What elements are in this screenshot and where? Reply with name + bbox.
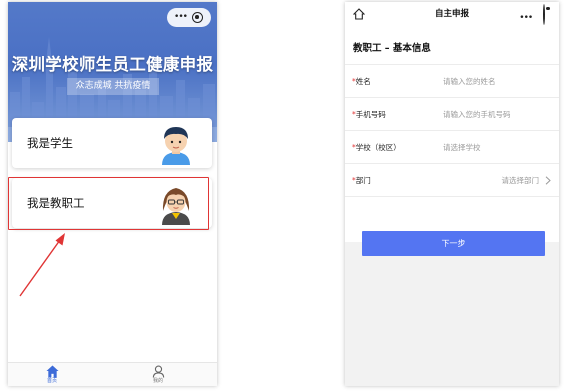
tab-mine-label: 我的 [152,378,163,384]
bottom-tab-bar: 首页 我的 [8,362,217,386]
chevron-right-icon [545,176,551,185]
user-profile-icon [152,365,164,378]
basic-info-form: 教职工 – 基本信息 *姓名 请输入您的姓名 *手机号码 请输入您的手机号码 *… [345,26,559,256]
role-select-screen: ••• 深圳学校师生员工健康申报 众志成城 共抗疫情 我是学生 我是教职工 首页… [8,2,217,386]
mini-program-capsule: ••• [510,3,554,25]
section-title: 教职工 – 基本信息 [353,43,431,54]
phone-input[interactable]: 请输入您的手机号码 [443,98,511,131]
student-option-card[interactable]: 我是学生 [12,118,212,168]
name-field-label: *姓名 [352,77,371,86]
more-dots-icon[interactable]: ••• [174,11,188,25]
name-field[interactable]: *姓名 请输入您的姓名 [345,64,559,97]
next-step-button[interactable]: 下一步 [362,231,545,256]
phone-field-label: *手机号码 [352,110,386,119]
mini-program-capsule: ••• [167,8,211,27]
navigation-bar: 自主申报 ••• [345,2,559,26]
form-divider [345,196,559,197]
name-input[interactable]: 请输入您的姓名 [443,65,496,98]
department-select[interactable]: 请选择部门 [502,164,540,197]
student-boy-icon [162,127,190,165]
more-dots-icon[interactable]: ••• [519,5,533,24]
page-title: 深圳学校师生员工健康申报 [11,55,214,74]
close-target-icon[interactable] [191,11,205,25]
school-field[interactable]: *学校（校区） 请选择学校 [345,130,559,163]
department-field[interactable]: *部门 请选择部门 [345,163,559,196]
pointer-arrow-icon [19,233,65,297]
phone-field[interactable]: *手机号码 请输入您的手机号码 [345,97,559,130]
school-field-label: *学校（校区） [352,143,401,152]
staff-info-screen: 自主申报 ••• 教职工 – 基本信息 *姓名 请输入您的姓名 *手机号码 请输… [345,2,559,386]
tab-mine[interactable]: 我的 [138,365,178,386]
screenshot-canvas: ••• 深圳学校师生员工健康申报 众志成城 共抗疫情 我是学生 我是教职工 首页… [0,0,564,391]
department-field-label: *部门 [352,176,371,185]
slogan-banner: 众志成城 共抗疫情 [67,78,159,95]
highlight-box [8,177,209,230]
student-option-label: 我是学生 [27,136,73,150]
home-icon [45,365,59,378]
tab-home[interactable]: 首页 [32,365,72,386]
close-target-icon[interactable] [542,3,545,25]
school-select[interactable]: 请选择学校 [443,131,481,164]
tab-home-label: 首页 [46,378,57,384]
